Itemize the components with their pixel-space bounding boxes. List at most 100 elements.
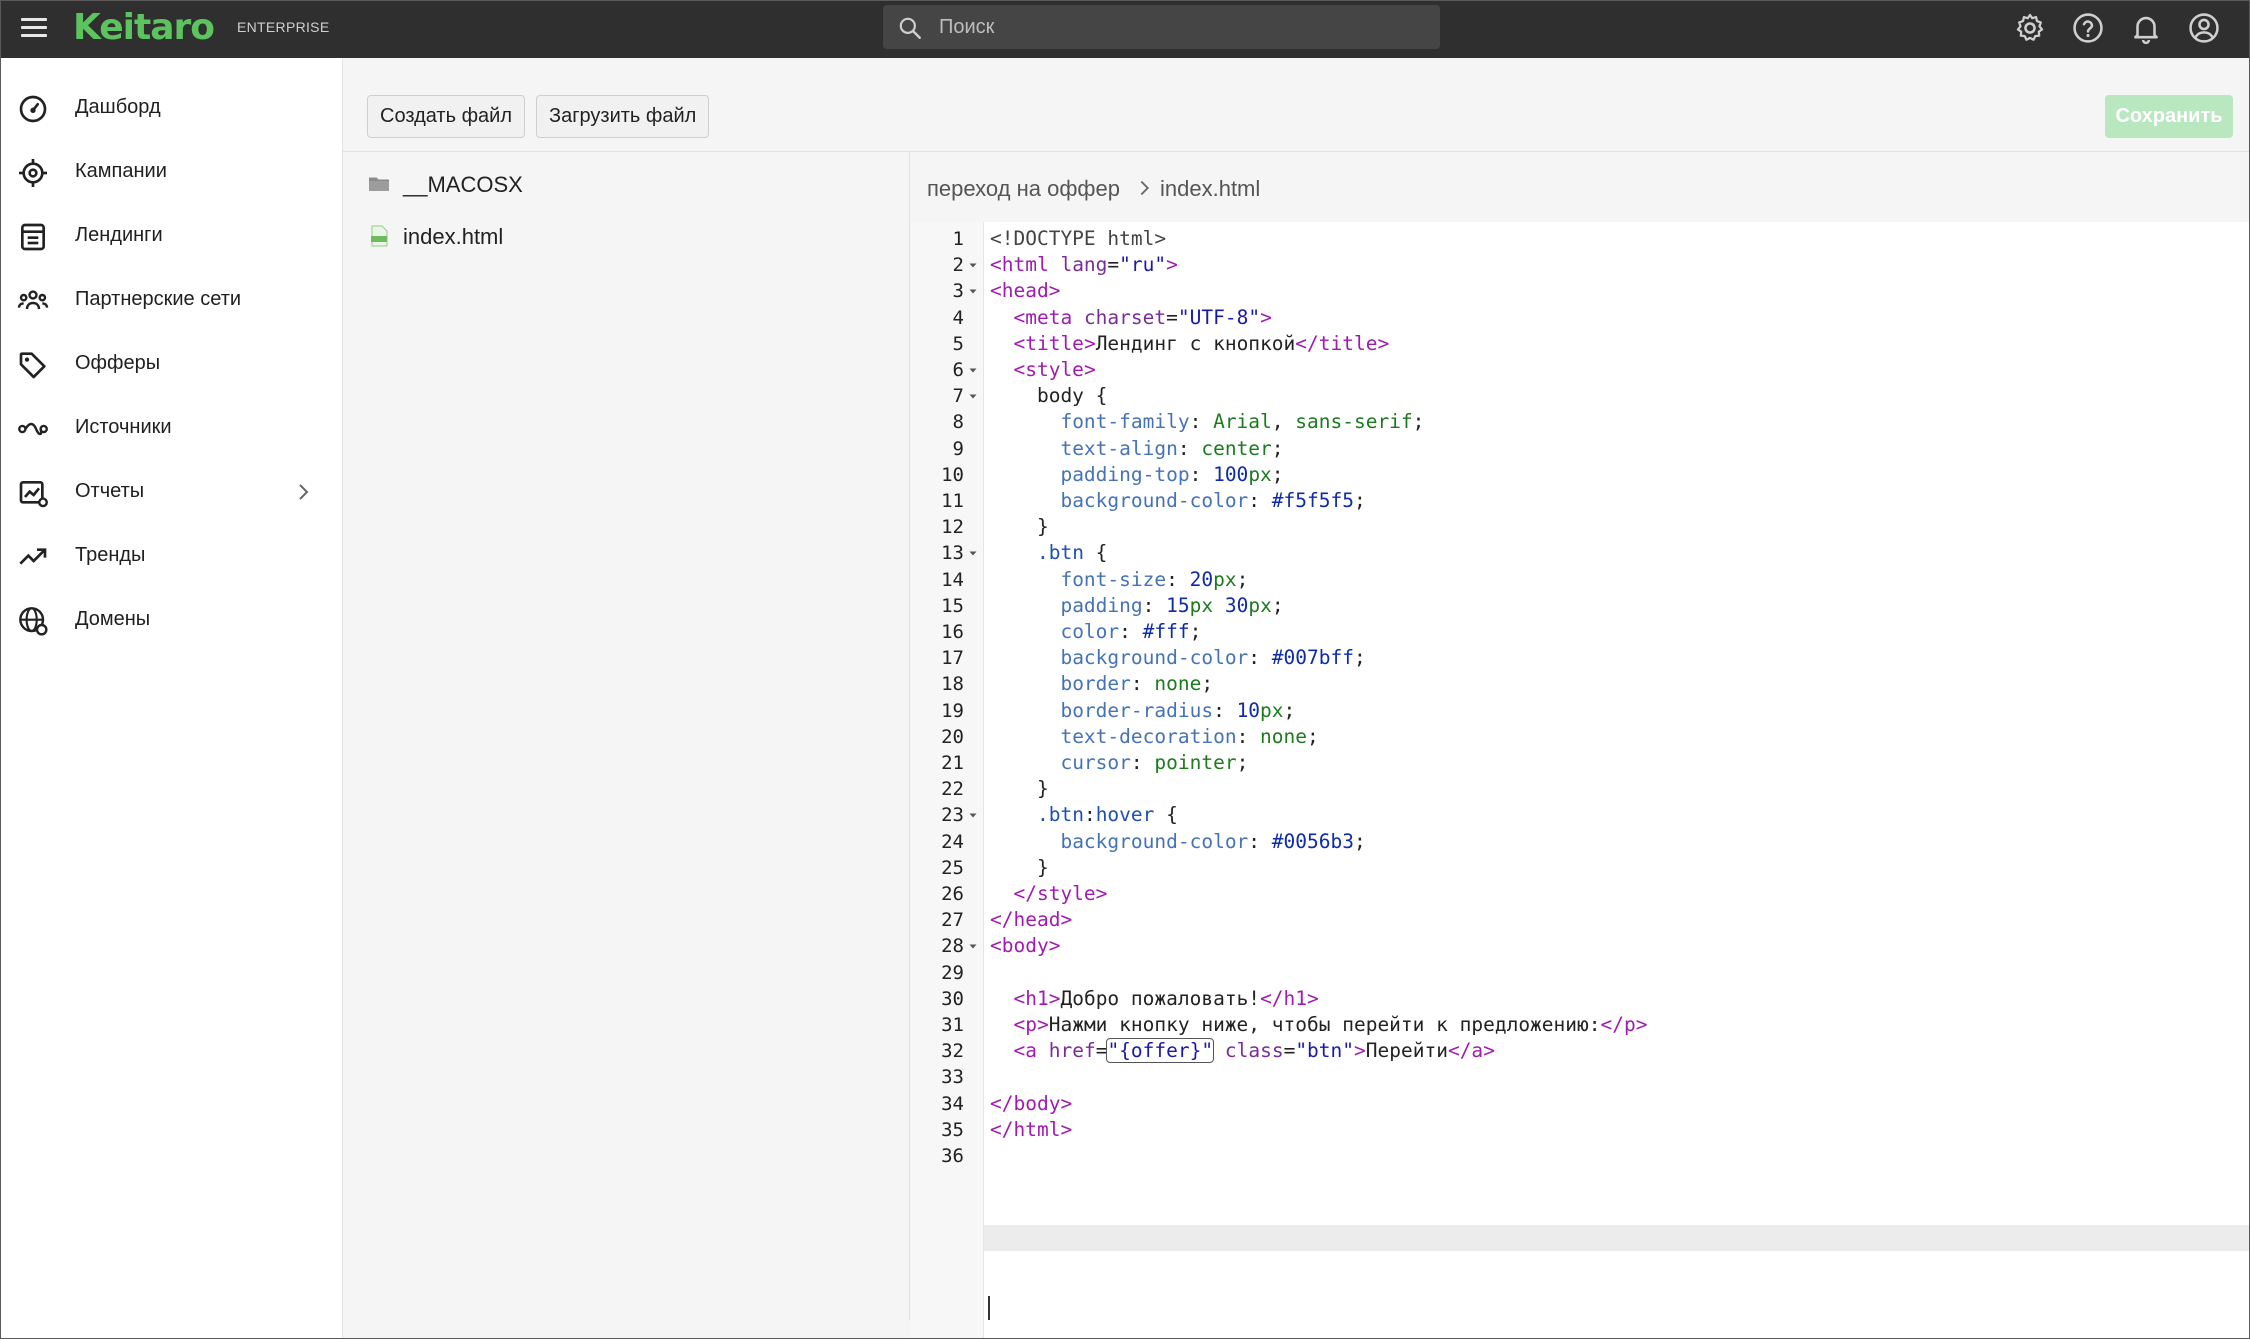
code-line: .btn:hover { — [1036, 803, 1178, 827]
line-number: 2 — [952, 254, 964, 277]
fold-arrow-icon[interactable] — [967, 540, 979, 566]
code-line: </html> — [990, 1117, 1073, 1141]
line-number: 6 — [952, 359, 964, 381]
code-line: <head> — [990, 279, 1061, 303]
sidebar-item-label: Дашборд — [75, 96, 161, 118]
line-number: 35 — [941, 1118, 964, 1141]
code-content[interactable]: <!DOCTYPE html> <html lang="ru"> <head> <m… — [984, 222, 2249, 1338]
offer-token-highlight: "{offer}" — [1106, 1038, 1215, 1064]
sidebar-item-label: Кампании — [75, 160, 167, 182]
upload-file-button[interactable]: Загрузить файл — [536, 95, 710, 138]
line-number: 18 — [941, 673, 964, 696]
file-item-html[interactable]: index.html — [343, 211, 910, 261]
code-line: <html lang="ru"> — [990, 253, 1178, 277]
sidebar-item-offers[interactable]: Офферы — [1, 334, 343, 394]
sidebar-item-affiliate-networks[interactable]: Партнерские сети — [1, 270, 343, 330]
breadcrumb-file: index.html — [1160, 176, 1261, 201]
sidebar-item-label: Лендинги — [75, 224, 163, 246]
line-number: 34 — [941, 1092, 964, 1115]
line-number: 30 — [941, 987, 964, 1010]
top-bar: Keitaro ENTERPRISE — [1, 1, 2249, 58]
sources-icon — [18, 422, 48, 436]
code-line: </head> — [990, 908, 1073, 932]
menu-icon[interactable] — [19, 13, 49, 43]
code-line: font-family: Arial, sans-serif; — [1060, 410, 1425, 434]
code-line: background-color: #007bff; — [1060, 646, 1366, 670]
line-number: 4 — [952, 306, 964, 329]
code-line: <!DOCTYPE html> — [990, 227, 1167, 250]
fold-arrow-icon[interactable] — [967, 278, 979, 304]
sidebar-item-reports[interactable]: Отчеты — [1, 462, 343, 522]
code-line: cursor: pointer; — [1060, 751, 1249, 774]
folder-icon — [369, 177, 389, 191]
create-file-button[interactable]: Создать файл — [367, 95, 525, 138]
sidebar-item-campaigns[interactable]: Кампании — [1, 142, 343, 202]
edition-label: ENTERPRISE — [237, 19, 330, 35]
code-line: color: #fff; — [1060, 620, 1202, 643]
code-line: background-color: #0056b3; — [1060, 829, 1366, 853]
code-line: padding: 15px 30px; — [1060, 593, 1284, 617]
code-line: border-radius: 10px; — [1060, 698, 1296, 722]
line-number: 24 — [941, 830, 964, 853]
dashboard-icon — [19, 95, 47, 123]
code-line: } — [990, 855, 1049, 879]
line-number: 15 — [941, 594, 964, 617]
breadcrumb: переход на оффер index.html — [910, 152, 2249, 222]
line-number: 9 — [952, 437, 964, 460]
target-icon — [19, 159, 47, 187]
fold-arrow-icon[interactable] — [967, 383, 979, 409]
line-number: 10 — [941, 463, 964, 486]
chevron-right-icon[interactable] — [291, 480, 315, 504]
file-name: __MACOSX — [403, 172, 523, 197]
sidebar-item-dashboard[interactable]: Дашборд — [1, 78, 343, 138]
tag-icon — [19, 352, 46, 379]
sidebar-item-domains[interactable]: Домены — [1, 590, 343, 650]
sidebar-item-label: Тренды — [75, 544, 146, 566]
line-number: 28 — [941, 935, 964, 958]
line-number: 19 — [941, 699, 964, 722]
code-line: <p>Нажми кнопку ниже, чтобы перейти к пр… — [1013, 1013, 1648, 1036]
line-number: 31 — [941, 1014, 964, 1036]
gear-icon[interactable] — [2013, 11, 2047, 45]
save-button[interactable]: Сохранить — [2105, 95, 2233, 138]
code-line: <style> — [1013, 358, 1096, 381]
app-window: Keitaro ENTERPRISE Поиск Дашборд Кампани… — [0, 0, 2250, 1339]
sidebar: Дашборд Кампании Лендинги Партнерские се… — [1, 58, 343, 1338]
sidebar-item-sources[interactable]: Источники — [1, 398, 343, 458]
code-editor[interactable]: переход на оффер index.html 1 2 3 4 5 6 7 8 9 10 1… — [910, 152, 2249, 1338]
file-item-folder[interactable]: __MACOSX — [343, 159, 910, 209]
fold-arrow-icon[interactable] — [967, 933, 979, 959]
main-area: Создать файл Загрузить файл Сохранить __… — [343, 58, 2249, 1338]
user-account-icon[interactable] — [2187, 11, 2221, 45]
fold-arrow-icon[interactable] — [967, 252, 979, 278]
line-number: 22 — [941, 778, 964, 801]
sidebar-item-landings[interactable]: Лендинги — [1, 206, 343, 266]
fold-arrow-icon[interactable] — [967, 802, 979, 828]
trend-icon — [19, 548, 47, 565]
search-input[interactable] — [939, 5, 1419, 49]
breadcrumb-folder[interactable]: переход на оффер — [927, 176, 1120, 202]
line-number-gutter: 1 2 3 4 5 6 7 8 9 10 11 12 13 14 15 16 17 18 19 20 21 22 23 24 2… — [910, 222, 984, 1338]
line-number: 25 — [941, 856, 964, 879]
line-number: 21 — [941, 752, 964, 774]
search-box[interactable] — [883, 5, 1440, 49]
code-line: text-decoration: none; — [1060, 724, 1319, 748]
sidebar-item-trends[interactable]: Тренды — [1, 526, 343, 586]
sidebar-item-label: Отчеты — [75, 480, 145, 502]
code-line: padding-top: 100px; — [1060, 462, 1284, 486]
line-number: 33 — [941, 1066, 964, 1089]
partners-icon — [17, 290, 49, 310]
bell-icon[interactable] — [2129, 11, 2163, 45]
code-line: body { — [990, 384, 1108, 408]
logo[interactable]: Keitaro — [73, 6, 215, 50]
code-line: border: none; — [1060, 672, 1214, 696]
code-line: <h1>Добро пожаловать!</h1> — [1013, 986, 1319, 1010]
code-line: </body> — [990, 1091, 1073, 1115]
line-number: 3 — [952, 280, 964, 303]
help-icon[interactable] — [2071, 11, 2105, 45]
code-line: </style> — [1013, 882, 1108, 905]
code-line: <meta charset="UTF-8"> — [1013, 305, 1272, 329]
sidebar-item-label: Офферы — [75, 352, 161, 374]
line-number: 7 — [952, 385, 964, 408]
fold-arrow-icon[interactable] — [967, 357, 979, 383]
